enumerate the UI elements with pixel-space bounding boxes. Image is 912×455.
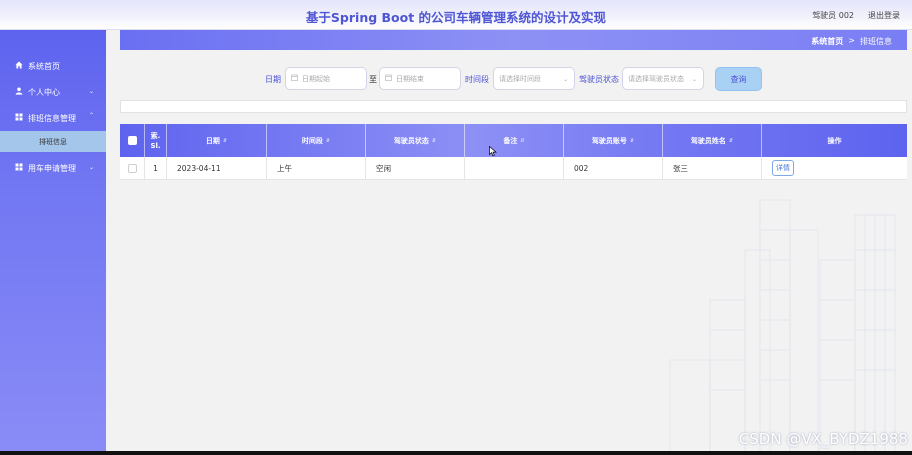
date-start-input[interactable]: 日期起始	[285, 67, 367, 90]
column-header-label: 驾驶员账号	[591, 136, 627, 145]
column-header-name[interactable]: 驾驶员姓名 ⇵	[663, 124, 762, 157]
column-header-label: 时间段	[301, 136, 323, 145]
city-background-image	[669, 199, 896, 455]
column-header-account[interactable]: 驾驶员账号 ⇵	[564, 124, 663, 157]
logout-link[interactable]: 退出登录	[868, 10, 900, 21]
grid-icon	[14, 163, 23, 173]
top-header: 基于Spring Boot 的公司车辆管理系统的设计及实现 驾驶员 002 退出…	[0, 0, 912, 30]
sort-icon: ⇵	[520, 137, 525, 144]
query-button[interactable]: 查询	[715, 67, 762, 91]
period-select[interactable]: 请选择时间段 ⌄	[493, 67, 575, 90]
select-all-checkbox[interactable]	[127, 136, 137, 145]
watermark: CSDN @VX_BYDZ1988	[738, 430, 908, 448]
sort-icon: ⇵	[431, 137, 437, 144]
sidebar: 系统首页 个人中心 ⌄ 排班信息管理 ⌃ 排班信息 用车申请管理 ⌄	[0, 30, 106, 455]
user-name: 驾驶员 002	[812, 11, 854, 20]
breadcrumb-home[interactable]: 系统首页	[811, 36, 843, 47]
date-end-input[interactable]: 日期结束	[379, 67, 461, 90]
date-label: 日期	[265, 75, 281, 84]
cell-period: 上午	[267, 157, 366, 179]
schedule-table: 索. Sl. 日期 ⇵ 时间段 ⇵ 驾驶员状态 ⇵ 备注 ⇵ 驾驶员账号 ⇵ 驾驶员姓名 ⇵…	[120, 124, 907, 180]
sidebar-item-label: 排班信息管理	[28, 113, 76, 123]
status-label: 驾驶员状态	[579, 75, 619, 84]
calendar-icon	[385, 74, 392, 83]
sidebar-subitem-schedule-info[interactable]: 排班信息	[0, 131, 106, 152]
sidebar-item-vehicle-request[interactable]: 用车申请管理 ⌄	[0, 155, 106, 181]
column-header-status[interactable]: 驾驶员状态 ⇵	[366, 124, 465, 157]
period-placeholder: 请选择时间段	[499, 74, 541, 83]
toolbar-strip	[120, 100, 907, 113]
cell-note	[465, 157, 564, 179]
sort-icon: ⇵	[222, 137, 228, 144]
sidebar-item-schedule[interactable]: 排班信息管理 ⌃	[0, 105, 106, 131]
breadcrumb-separator: >	[848, 36, 855, 45]
sort-icon: ⇵	[629, 137, 635, 144]
column-header-label: 备注	[503, 136, 518, 145]
sort-icon: ⇵	[728, 137, 734, 144]
column-header-label: 驾驶员姓名	[690, 136, 726, 145]
cell-status: 空闲	[366, 157, 465, 179]
calendar-icon	[291, 74, 298, 83]
breadcrumb-current: 排班信息	[860, 37, 892, 46]
date-start-placeholder: 日期起始	[302, 74, 330, 83]
cell-action: 详情	[762, 157, 907, 179]
grid-icon	[14, 113, 23, 123]
table-row[interactable]: 1 2023-04-11 上午 空闲 002 张三 详情	[120, 157, 907, 180]
to-label: 至	[369, 75, 377, 84]
sort-icon: ⇵	[325, 137, 331, 144]
cell-index: 1	[145, 157, 167, 179]
sidebar-item-label: 用车申请管理	[28, 163, 76, 173]
column-header-period[interactable]: 时间段 ⇵	[267, 124, 366, 157]
search-bar: 日期 日期起始 至 日期结束 时间段 请选择时间段 ⌄ 驾驶员状态 请选择驾驶员…	[0, 67, 912, 91]
status-select[interactable]: 请选择驾驶员状态 ⌄	[622, 67, 704, 90]
column-header-action: 操作	[827, 136, 842, 145]
column-header-label: 日期	[205, 136, 220, 145]
date-end-placeholder: 日期结束	[396, 74, 424, 83]
column-header-index: 索. Sl.	[145, 124, 167, 157]
period-label: 时间段	[465, 75, 489, 84]
chevron-down-icon: ⌄	[562, 76, 568, 83]
detail-button[interactable]: 详情	[772, 160, 794, 176]
cell-date: 2023-04-11	[167, 157, 267, 179]
breadcrumb: 系统首页 > 排班信息	[120, 30, 907, 50]
chevron-down-icon: ⌄	[88, 164, 94, 171]
bottom-border	[0, 451, 912, 455]
mouse-cursor-icon	[489, 146, 497, 157]
chevron-up-icon: ⌃	[88, 112, 94, 119]
column-header-date[interactable]: 日期 ⇵	[167, 124, 267, 157]
select-all-cell	[120, 124, 145, 157]
row-checkbox[interactable]	[127, 163, 137, 173]
cell-account: 002	[564, 157, 663, 179]
cell-name: 张三	[663, 157, 762, 179]
page-title: 基于Spring Boot 的公司车辆管理系统的设计及实现	[305, 10, 607, 25]
chevron-down-icon: ⌄	[691, 76, 697, 83]
row-select-cell	[120, 157, 145, 179]
column-header-note[interactable]: 备注 ⇵	[465, 124, 564, 157]
column-header-label: 驾驶员状态	[393, 136, 429, 145]
status-placeholder: 请选择驾驶员状态	[628, 74, 684, 83]
table-header: 索. Sl. 日期 ⇵ 时间段 ⇵ 驾驶员状态 ⇵ 备注 ⇵ 驾驶员账号 ⇵ 驾驶员姓名 ⇵…	[120, 124, 907, 157]
